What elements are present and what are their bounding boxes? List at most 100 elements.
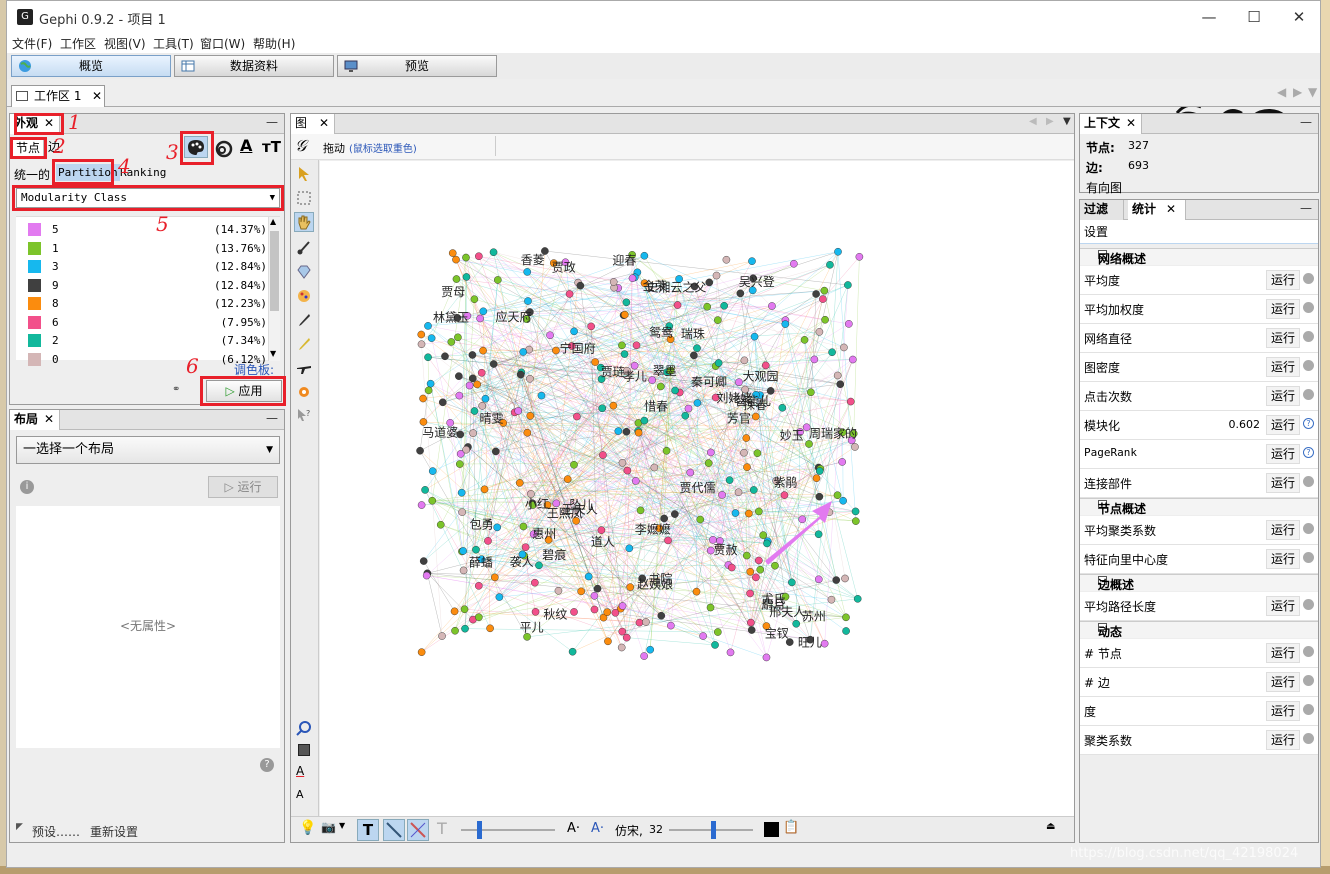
graph-node[interactable] [609, 401, 618, 410]
graph-node[interactable] [703, 302, 712, 311]
rect-select-icon[interactable] [296, 190, 312, 206]
painter-icon[interactable] [296, 288, 312, 304]
graph-node[interactable] [820, 286, 829, 295]
layout-select[interactable]: 一选择一个布局 ▼ [16, 436, 280, 464]
graph-node[interactable] [491, 447, 500, 456]
graph-node[interactable] [628, 274, 637, 283]
graph-node[interactable] [740, 356, 749, 365]
graph-node[interactable] [748, 257, 756, 265]
stat-run-button[interactable]: 运行 [1266, 643, 1300, 663]
stat-run-button[interactable]: 运行 [1266, 520, 1300, 540]
graph-node[interactable] [712, 271, 721, 280]
label-color-icon[interactable]: A [240, 136, 258, 158]
graph-node[interactable] [597, 526, 606, 534]
graph-node[interactable] [617, 643, 626, 652]
graph-node[interactable] [736, 289, 745, 298]
graph-node[interactable] [826, 261, 834, 269]
network-graph[interactable]: 智能儿旺儿平儿周瑞家的宁国府王夫人晴雯应天府马道婆贾代儒吴兴登李嬷嬷大观园孝儿惠… [320, 161, 1074, 816]
graph-node[interactable] [417, 501, 426, 509]
graph-node[interactable] [455, 460, 464, 468]
context-tab[interactable]: 上下文 ✕ [1080, 114, 1142, 134]
graph-node[interactable] [448, 249, 457, 257]
graph-node[interactable] [484, 537, 492, 545]
stat-run-button[interactable]: 运行 [1266, 299, 1300, 319]
graph-node[interactable] [455, 372, 463, 380]
graph-node[interactable] [623, 466, 632, 475]
gear-icon[interactable] [296, 384, 312, 400]
graph-node[interactable] [422, 571, 431, 580]
graph-node[interactable] [447, 338, 456, 346]
edge-color-toggle[interactable] [407, 819, 429, 841]
graph-node[interactable] [468, 374, 477, 383]
graph-node[interactable] [570, 608, 578, 616]
graph-node[interactable] [634, 428, 643, 437]
graph-node[interactable] [731, 509, 740, 517]
graph-node[interactable] [650, 463, 659, 472]
graph-node[interactable] [714, 359, 723, 367]
graph-node[interactable] [421, 486, 429, 494]
size-button[interactable] [214, 138, 234, 158]
graph-node[interactable] [667, 621, 675, 630]
graph-node[interactable] [707, 448, 715, 457]
graph-node[interactable] [455, 391, 464, 400]
help-icon[interactable]: ? [260, 758, 274, 772]
info-icon[interactable] [1303, 646, 1314, 657]
graph-node[interactable] [419, 557, 428, 565]
graph-node[interactable] [664, 536, 672, 545]
stats-minimize-icon[interactable]: — [1300, 201, 1312, 215]
layout-run-button[interactable]: ▷ 运行 [208, 476, 278, 498]
stat-run-button[interactable]: 运行 [1266, 596, 1300, 616]
graph-node[interactable] [470, 407, 479, 415]
nav-left-icon[interactable]: ◀ [1029, 116, 1037, 127]
info-icon[interactable]: i [20, 480, 34, 494]
graph-node[interactable] [749, 486, 758, 494]
graph-node[interactable] [469, 429, 477, 437]
graph-node[interactable] [438, 398, 447, 407]
graph-node[interactable] [792, 619, 801, 628]
graph-node[interactable] [820, 639, 829, 648]
settings-row[interactable]: 设置 [1080, 220, 1318, 244]
graph-node[interactable] [821, 315, 829, 324]
stat-run-button[interactable]: 运行 [1266, 444, 1300, 464]
graph-node[interactable] [827, 595, 836, 604]
graph-node[interactable] [426, 379, 435, 388]
graph-node[interactable] [462, 273, 471, 281]
graph-node[interactable] [711, 641, 719, 649]
graph-node[interactable] [462, 445, 470, 454]
legend-color-swatch[interactable] [28, 278, 41, 292]
help-icon[interactable]: ? [1303, 418, 1314, 429]
stat-run-button[interactable]: 运行 [1266, 701, 1300, 721]
graph-node[interactable] [726, 648, 735, 657]
edge-pencil-icon[interactable] [296, 336, 312, 352]
legend-row[interactable]: 9 (12.84%) [28, 277, 273, 295]
graph-node[interactable] [722, 255, 731, 264]
graph-node[interactable] [778, 403, 787, 412]
graph-node[interactable] [790, 259, 798, 268]
graph-node[interactable] [851, 443, 859, 451]
info-icon[interactable] [1303, 704, 1314, 715]
stats-section-header[interactable]: − 边概述 [1080, 574, 1318, 592]
label-size-icon[interactable]: T [437, 819, 453, 838]
mode-unique[interactable]: 统一的 [14, 166, 50, 183]
label-font-icon[interactable]: A [296, 788, 312, 804]
graph-node[interactable] [815, 492, 824, 501]
legend-color-swatch[interactable] [28, 297, 41, 310]
stats-section-header[interactable]: − 动态 [1080, 621, 1318, 639]
graph-node[interactable] [475, 613, 483, 621]
graph-node[interactable] [618, 627, 627, 636]
legend-color-swatch[interactable] [28, 352, 41, 366]
graph-node[interactable] [519, 522, 528, 531]
graph-node[interactable] [620, 310, 629, 319]
graph-node[interactable] [747, 626, 756, 634]
graph-node[interactable] [755, 556, 763, 565]
graph-node[interactable] [625, 544, 634, 553]
graph-node[interactable] [742, 434, 751, 442]
graph-node[interactable] [640, 652, 648, 660]
graph-node[interactable] [524, 297, 532, 305]
graph-node[interactable] [554, 586, 563, 595]
graph-node[interactable] [459, 547, 467, 555]
graph-node[interactable] [673, 301, 682, 309]
stat-run-button[interactable]: 运行 [1266, 328, 1300, 348]
graph-node[interactable] [614, 427, 623, 435]
graph-node[interactable] [853, 595, 862, 603]
